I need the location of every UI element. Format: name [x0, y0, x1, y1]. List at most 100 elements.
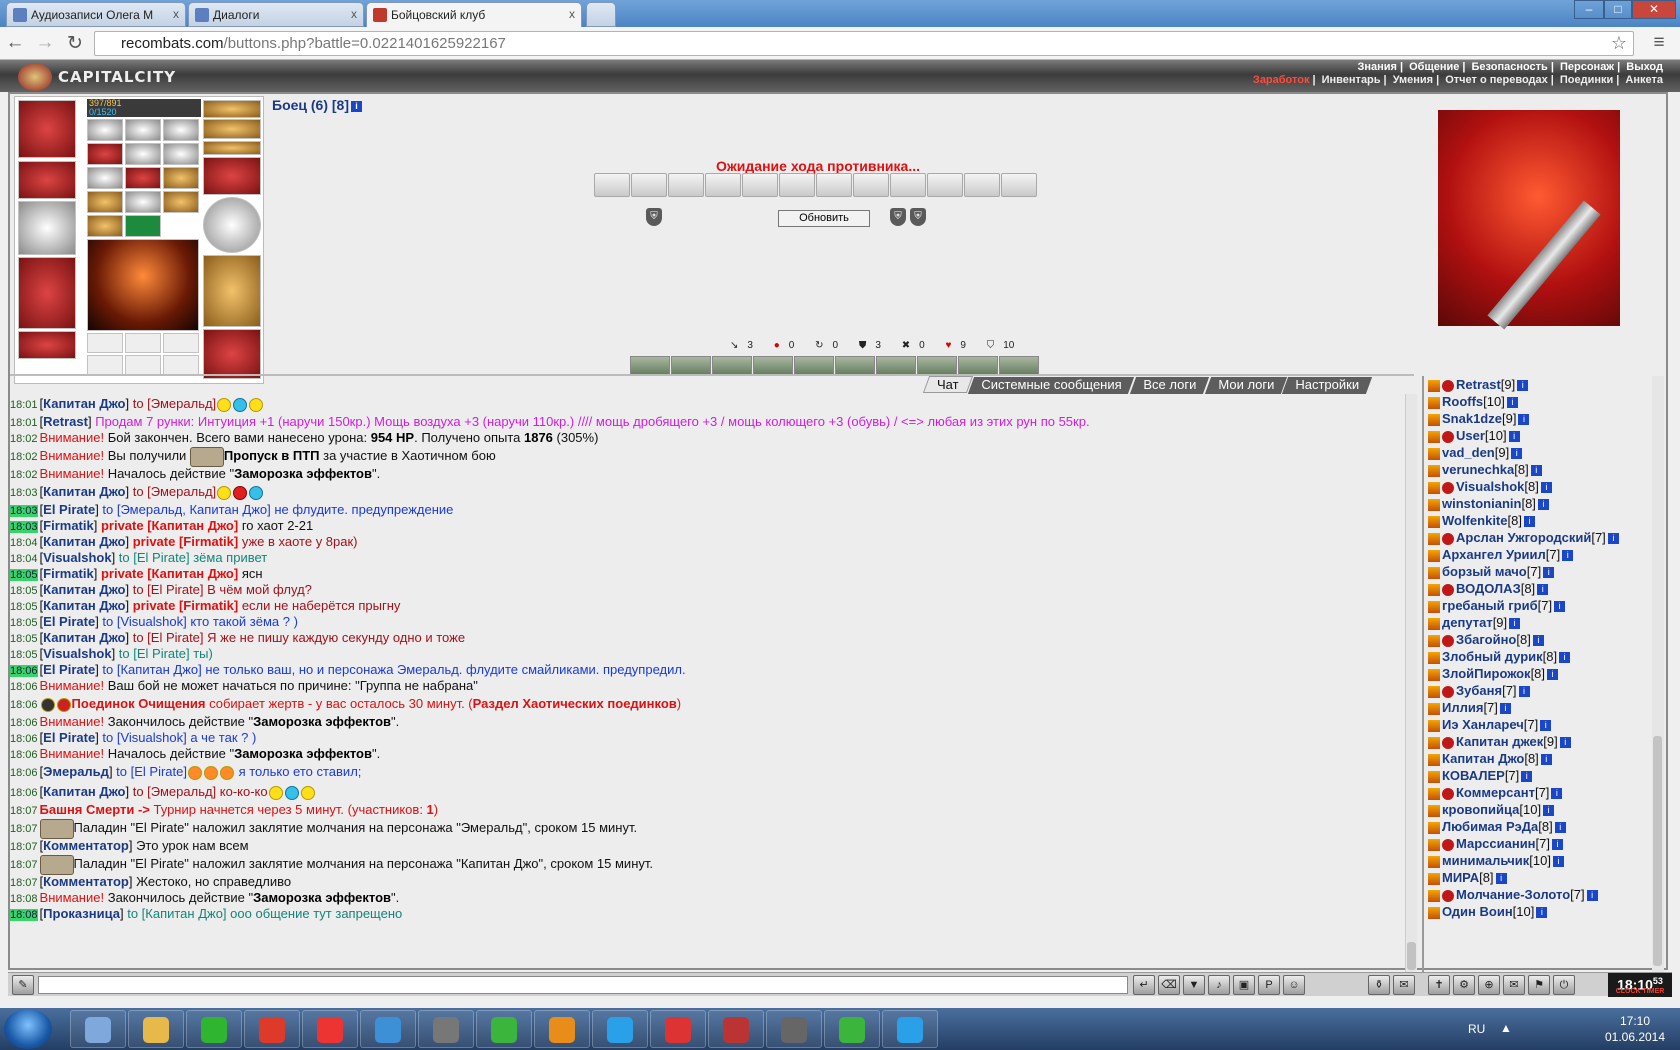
user-name[interactable]: Rooffs [1442, 394, 1483, 409]
private-message-icon[interactable] [1428, 617, 1440, 630]
chat-nick[interactable]: Firmatik [43, 518, 94, 533]
scroll-slot[interactable] [705, 173, 741, 197]
effect-icon[interactable] [958, 356, 998, 376]
smiles-icon[interactable]: ☺ [1283, 975, 1305, 995]
info-icon[interactable]: i [1537, 499, 1549, 511]
private-message-icon[interactable] [1428, 532, 1440, 545]
taskbar-app[interactable] [592, 1010, 648, 1048]
filter-icon[interactable]: ▼ [1183, 975, 1205, 995]
rune-slot[interactable] [87, 215, 123, 237]
user-name[interactable]: verunechka [1442, 462, 1514, 477]
scroll-thumb[interactable] [1653, 736, 1662, 966]
private-message-icon[interactable] [1428, 719, 1440, 732]
user-name[interactable]: winstonianin [1442, 496, 1521, 511]
private-message-icon[interactable] [1428, 379, 1440, 392]
attack-shield-icon[interactable]: ⛨ [646, 208, 662, 226]
user-row[interactable]: гребаный гриб[7] i [1424, 597, 1650, 614]
user-name[interactable]: Visualshok [1456, 479, 1524, 494]
rune-slot[interactable] [125, 143, 161, 165]
weapon-slot[interactable] [18, 201, 76, 255]
info-icon[interactable]: i [1559, 652, 1571, 664]
taskbar-app[interactable] [708, 1010, 764, 1048]
menu-character[interactable]: Персонаж [1557, 61, 1617, 73]
potion-icon[interactable]: ⚱ [1368, 975, 1390, 995]
info-icon[interactable]: i [1540, 754, 1552, 766]
user-name[interactable]: User [1456, 428, 1485, 443]
info-icon[interactable]: i [1506, 397, 1518, 409]
scroll-slot[interactable] [779, 173, 815, 197]
menu-skills[interactable]: Умения [1390, 74, 1436, 86]
private-message-icon[interactable] [1428, 736, 1440, 749]
users-scrollbar[interactable] [1652, 376, 1664, 972]
private-message-icon[interactable] [1428, 413, 1440, 426]
chat-nick[interactable]: Комментатор [43, 838, 129, 853]
taskbar-app[interactable] [302, 1010, 358, 1048]
rune-slot[interactable] [87, 191, 123, 213]
info-icon[interactable]: i [1562, 550, 1574, 562]
chat-nick[interactable]: El Pirate [43, 662, 95, 677]
taskbar-app[interactable] [360, 1010, 416, 1048]
user-name[interactable]: Збагойно [1456, 632, 1516, 647]
chat-nick[interactable]: Капитан Джо [43, 630, 125, 645]
user-name[interactable]: депутат [1442, 615, 1493, 630]
info-icon[interactable]: i [1543, 567, 1555, 579]
language-indicator[interactable]: RU [1468, 1022, 1485, 1036]
info-icon[interactable]: i [351, 100, 363, 112]
user-row[interactable]: ЗлойПирожок[8] i [1424, 665, 1650, 682]
private-message-icon[interactable] [1428, 855, 1440, 868]
user-name[interactable]: Зубаня [1456, 683, 1502, 698]
amulet-slot[interactable] [203, 119, 261, 139]
user-row[interactable]: КОВАЛЕР[7] i [1424, 767, 1650, 784]
close-tab-icon[interactable]: x [351, 7, 357, 21]
close-tab-icon[interactable]: x [569, 7, 575, 21]
effect-icon[interactable] [917, 356, 957, 376]
scroll-icon[interactable]: ✉ [1393, 975, 1415, 995]
user-name[interactable]: Капитан Джо [1442, 751, 1524, 766]
menu-earnings[interactable]: Заработок [1250, 74, 1313, 86]
taskbar-app[interactable] [418, 1010, 474, 1048]
menu-knowledge[interactable]: Знания [1354, 61, 1399, 73]
effect-icon[interactable] [794, 356, 834, 376]
info-icon[interactable]: i [1508, 431, 1520, 443]
private-message-icon[interactable] [1428, 396, 1440, 409]
translit-icon[interactable]: P [1258, 975, 1280, 995]
chat-nick[interactable]: Проказница [43, 906, 120, 921]
scroll-slot[interactable] [890, 173, 926, 197]
private-message-icon[interactable] [1428, 804, 1440, 817]
private-message-icon[interactable] [1428, 600, 1440, 613]
user-name[interactable]: Любимая РэДа [1442, 819, 1538, 834]
private-message-icon[interactable] [1428, 430, 1440, 443]
user-row[interactable]: Арслан Ужгородский[7] i [1424, 529, 1650, 546]
clear-icon[interactable]: ⌫ [1158, 975, 1180, 995]
info-icon[interactable]: i [1521, 771, 1533, 783]
info-icon[interactable]: i [1559, 737, 1571, 749]
flag-icon[interactable]: ⚑ [1528, 975, 1550, 995]
scroll-slot[interactable] [964, 173, 1000, 197]
refresh-button[interactable]: Обновить [778, 210, 870, 227]
info-icon[interactable]: i [1551, 788, 1563, 800]
user-name[interactable]: Один Воин [1442, 904, 1513, 919]
private-message-icon[interactable] [1428, 481, 1440, 494]
site-logo[interactable]: CAPITALCITY [14, 63, 224, 91]
rune-slot[interactable] [163, 119, 199, 141]
back-icon[interactable]: ← [4, 32, 26, 54]
user-name[interactable]: Капитан джек [1456, 734, 1543, 749]
menu-profile[interactable]: Анкета [1622, 74, 1666, 86]
scroll-slot[interactable] [668, 173, 704, 197]
chat-nick[interactable]: Firmatik [43, 566, 94, 581]
close-tab-icon[interactable]: x [173, 7, 179, 21]
empty-slot[interactable] [87, 355, 123, 375]
info-icon[interactable]: i [1554, 822, 1566, 834]
user-row[interactable]: минимальчик[10] i [1424, 852, 1650, 869]
info-icon[interactable]: i [1499, 703, 1511, 715]
info-icon[interactable]: i [1532, 635, 1544, 647]
effect-icon[interactable] [671, 356, 711, 376]
info-icon[interactable]: i [1552, 839, 1564, 851]
info-icon[interactable]: i [1517, 380, 1529, 392]
taskbar-app[interactable] [70, 1010, 126, 1048]
chat-nick[interactable]: El Pirate [43, 730, 95, 745]
reload-icon[interactable]: ↻ [64, 32, 86, 55]
chat-input[interactable] [38, 976, 1128, 994]
user-row[interactable]: Капитан джек[9] i [1424, 733, 1650, 750]
rune-slot[interactable] [163, 167, 199, 189]
